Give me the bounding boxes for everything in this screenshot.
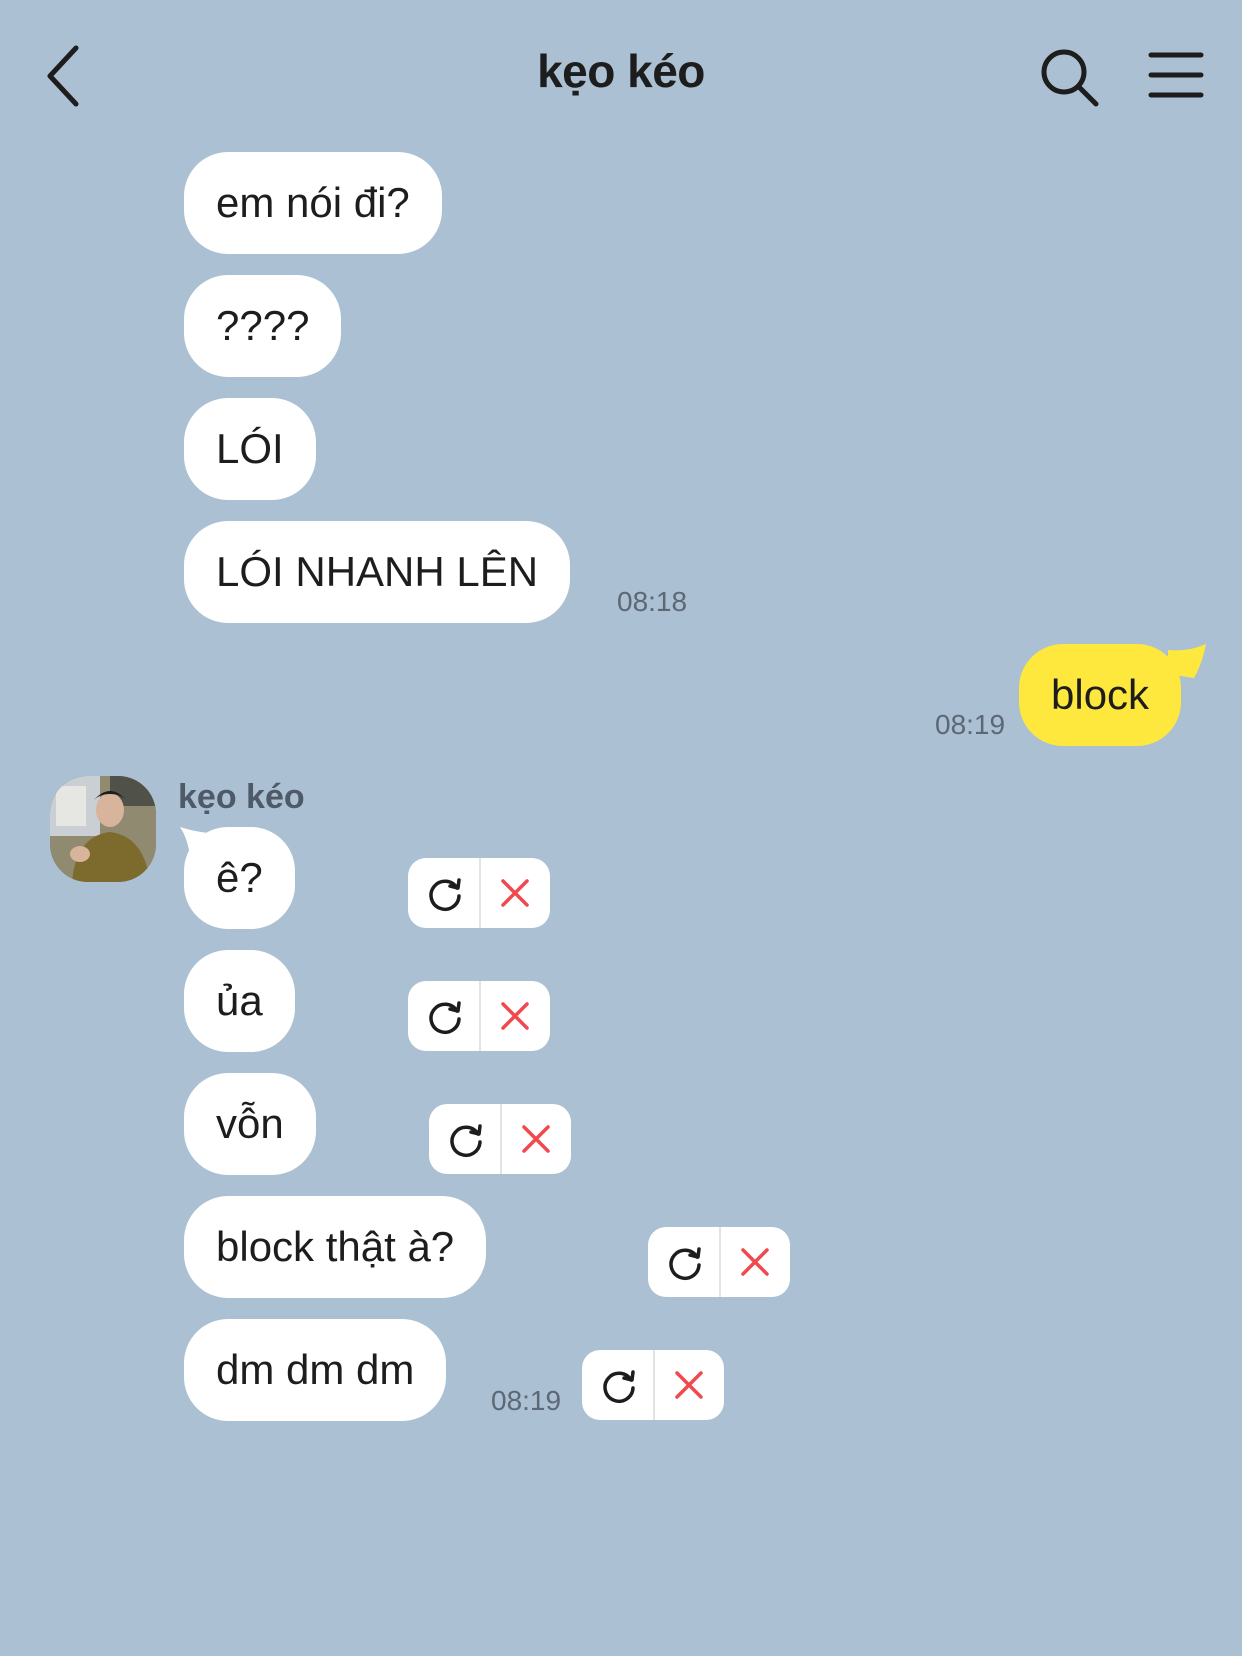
message-time: 08:19 — [935, 709, 1006, 740]
message-time: 08:19 — [491, 1385, 562, 1416]
menu-icon — [1148, 52, 1204, 98]
cancel-icon[interactable] — [496, 874, 534, 912]
retry-controls — [429, 1104, 571, 1174]
message-bubble[interactable]: ê? — [184, 827, 295, 929]
divider — [653, 1350, 655, 1420]
resend-icon[interactable] — [426, 874, 464, 912]
divider — [479, 858, 481, 928]
sender-name: kẹo kéo — [178, 778, 305, 816]
retry-controls — [648, 1227, 790, 1297]
resend-icon[interactable] — [447, 1120, 485, 1158]
avatar[interactable] — [50, 776, 156, 882]
cancel-icon[interactable] — [496, 997, 534, 1035]
cancel-icon[interactable] — [517, 1120, 555, 1158]
resend-icon[interactable] — [600, 1366, 638, 1404]
avatar-photo — [50, 776, 156, 882]
message-bubble[interactable]: ủa — [184, 950, 295, 1052]
divider — [719, 1227, 721, 1297]
resend-icon[interactable] — [426, 997, 464, 1035]
my-message-bubble[interactable]: block — [1019, 644, 1182, 746]
cancel-icon[interactable] — [736, 1243, 774, 1281]
divider — [500, 1104, 502, 1174]
retry-controls — [408, 981, 550, 1051]
message-bubble[interactable]: block thật à? — [184, 1196, 487, 1298]
divider — [479, 981, 481, 1051]
message-bubble[interactable]: vỗn — [184, 1073, 316, 1175]
menu-button[interactable] — [1148, 50, 1204, 100]
message-bubble[interactable]: dm dm dm — [184, 1319, 447, 1421]
message-bubble[interactable]: ???? — [184, 275, 342, 377]
search-icon — [1041, 49, 1099, 107]
message-bubble[interactable]: LÓI NHANH LÊN — [184, 521, 571, 623]
message-bubble[interactable]: em nói đi? — [184, 152, 442, 254]
chat-header: kẹo kéo — [0, 0, 1242, 150]
cancel-icon[interactable] — [670, 1366, 708, 1404]
message-bubble[interactable]: LÓI — [184, 398, 316, 500]
message-time: 08:18 — [617, 586, 688, 617]
retry-controls — [408, 858, 550, 928]
search-button[interactable] — [1038, 46, 1102, 110]
retry-controls — [582, 1350, 724, 1420]
resend-icon[interactable] — [666, 1243, 704, 1281]
